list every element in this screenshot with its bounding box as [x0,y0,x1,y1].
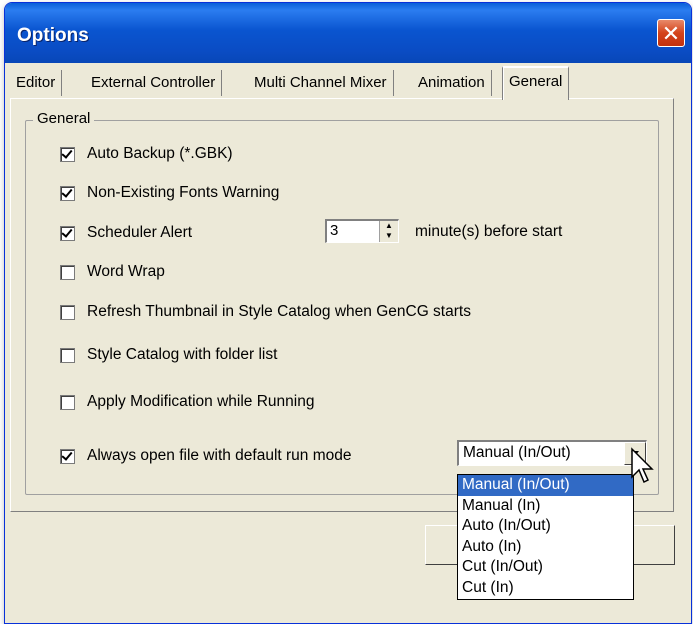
groupbox-label: General [33,110,95,127]
checkbox-default-run-mode[interactable] [60,448,75,464]
option-label: Apply Modification while Running [87,393,315,410]
option-word-wrap[interactable]: Word Wrap [60,261,165,283]
minutes-spinner[interactable]: 3 ▲ ▼ [325,219,399,243]
checkbox-fonts-warning[interactable] [60,185,75,201]
checkbox-auto-backup[interactable] [60,146,75,162]
tab-animation[interactable]: Animation [412,70,492,96]
spin-up-icon[interactable]: ▲ [380,221,398,231]
dropdown-option[interactable]: Manual (In/Out) [458,475,633,496]
dropdown-option[interactable]: Manual (In) [458,496,633,517]
close-button[interactable]: ✕ [657,19,685,47]
option-scheduler-alert[interactable]: Scheduler Alert [60,222,192,244]
tab-editor[interactable]: Editor [10,70,63,96]
checkbox-refresh-thumbnail[interactable] [60,304,75,320]
option-label: Scheduler Alert [87,224,193,241]
option-apply-modification[interactable]: Apply Modification while Running [60,391,314,413]
title-bar[interactable]: Options ✕ [5,3,691,63]
dropdown-option[interactable]: Auto (In) [458,537,633,558]
run-mode-dropdown-list: Manual (In/Out) Manual (In) Auto (In/Out… [457,474,634,600]
tab-multi-channel-mixer[interactable]: Multi Channel Mixer [248,70,394,96]
tab-general[interactable]: General [502,66,570,100]
option-refresh-thumbnail[interactable]: Refresh Thumbnail in Style Catalog when … [60,301,471,323]
dropdown-option[interactable]: Cut (In) [458,578,633,599]
dropdown-option[interactable]: Cut (In/Out) [458,557,633,578]
tab-external-controller[interactable]: External Controller [85,70,223,96]
option-label: Non-Existing Fonts Warning [87,184,280,201]
tab-strip: Editor External Controller Multi Channel… [10,66,683,100]
mouse-cursor-icon [631,447,654,484]
run-mode-selected-value: Manual (In/Out) [463,444,571,461]
option-style-catalog-folder-list[interactable]: Style Catalog with folder list [60,344,277,366]
minutes-suffix-label: minute(s) before start [415,223,563,240]
option-auto-backup[interactable]: Auto Backup (*.GBK) [60,143,233,165]
option-label: Auto Backup (*.GBK) [87,145,233,162]
checkbox-scheduler-alert[interactable] [60,225,75,241]
option-default-run-mode[interactable]: Always open file with default run mode [60,445,352,467]
dialog-title: Options [17,25,89,46]
minutes-value: 3 [330,222,339,239]
option-label: Always open file with default run mode [87,447,352,464]
spin-down-icon[interactable]: ▼ [380,231,398,241]
option-non-existing-fonts-warning[interactable]: Non-Existing Fonts Warning [60,182,279,204]
close-icon: ✕ [661,21,681,46]
option-label: Word Wrap [87,263,165,280]
spinner-buttons[interactable]: ▲ ▼ [379,221,398,242]
checkbox-word-wrap[interactable] [60,264,75,280]
option-label: Refresh Thumbnail in Style Catalog when … [87,303,471,320]
option-label: Style Catalog with folder list [87,346,278,363]
checkbox-apply-modification[interactable] [60,394,75,410]
checkbox-style-catalog[interactable] [60,347,75,363]
dropdown-option[interactable]: Auto (In/Out) [458,516,633,537]
run-mode-select[interactable]: Manual (In/Out) [457,440,647,466]
